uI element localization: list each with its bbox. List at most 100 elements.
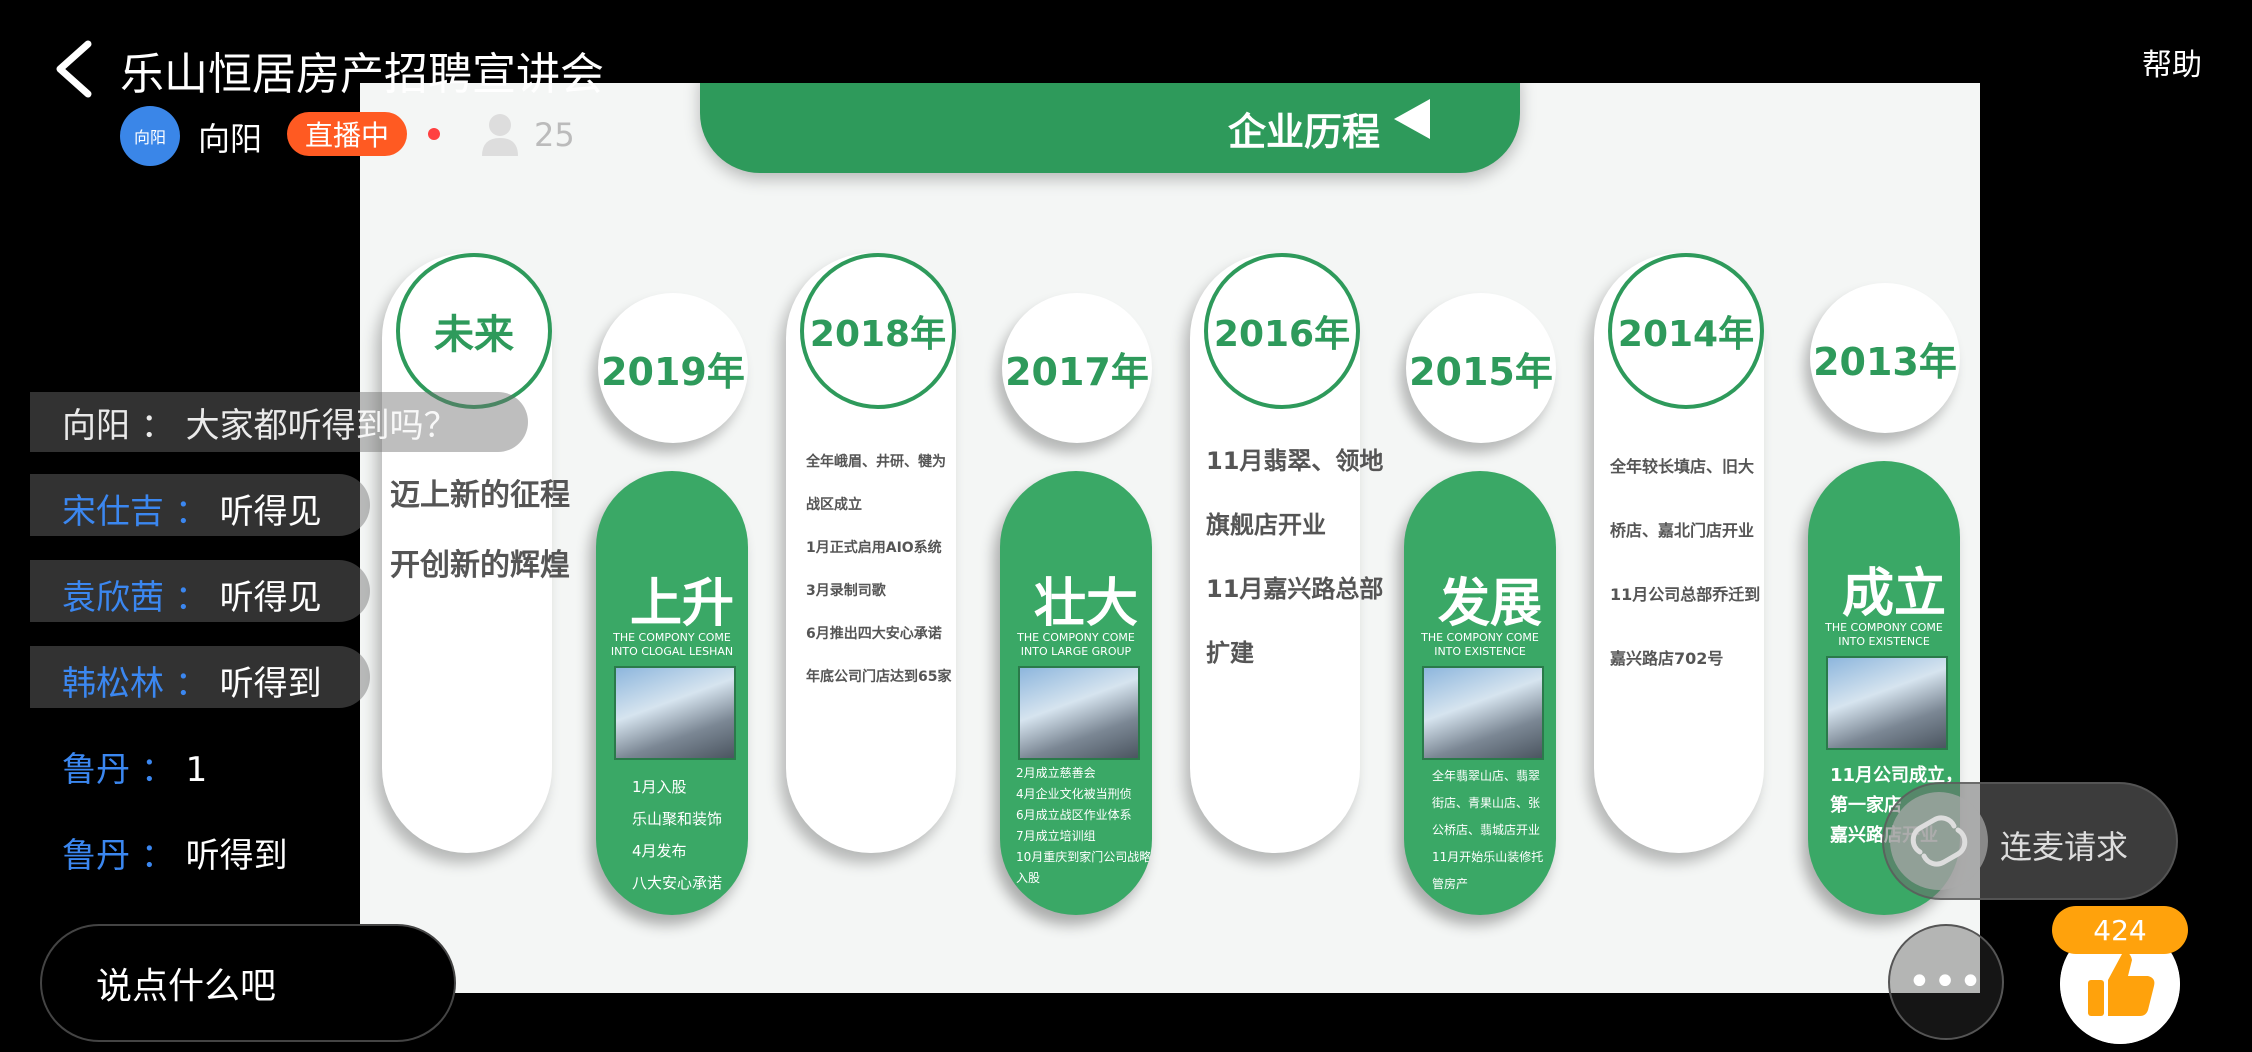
chat-partial-text: 向阳 ： 大家都听得到吗？ — [62, 406, 458, 446]
timeline-line: 2月成立慈善会 — [1016, 766, 1096, 780]
chat-separator: ： — [140, 750, 175, 790]
year-2014-text: 全年较长填店、旧大 桥店、嘉北门店开业 11月公司总部乔迁到 嘉兴路店702号 — [1610, 435, 1760, 691]
chat-text: 听得到 — [185, 836, 288, 876]
chat-message-partial: 向阳 ： 大家都听得到吗？ — [62, 398, 458, 447]
year-2015-lines: 全年翡翠山店、翡翠 街店、青果山店、张 公桥店、翡城店开业 11月开始乐山装修托… — [1432, 763, 1543, 898]
chat-text: 听得见 — [219, 492, 322, 532]
future-line: 迈上新的征程 — [390, 478, 570, 513]
timeline-line: 战区成立 — [806, 497, 862, 513]
chat-separator: ： — [174, 664, 209, 704]
stage-title: 上升 — [629, 574, 734, 634]
chat-separator: ： — [174, 492, 209, 532]
banner-arrow-icon — [1394, 99, 1430, 139]
year-2019-cap: 2019年 — [598, 293, 748, 443]
slide-title: 企业历程 — [1227, 110, 1380, 154]
stage-subtitle: THE COMPONY COME INTO EXISTENCE — [1421, 631, 1539, 658]
viewer-count: 25 — [534, 116, 575, 154]
timeline-line: 嘉兴路店702号 — [1610, 649, 1724, 668]
year-2015-cap: 2015年 — [1406, 293, 1556, 443]
timeline-line: 7月成立培训组 — [1016, 829, 1096, 843]
timeline-line: 全年较长填店、旧大 — [1610, 457, 1755, 476]
timeline-line: 4月企业文化被当刑侦 — [1016, 787, 1132, 801]
page-title: 乐山恒居房产招聘宣讲会 — [120, 49, 604, 100]
more-icon: ••• — [1907, 959, 1985, 1005]
year-2016-text: 11月翡翠、领地 旗舰店开业 11月嘉兴路总部 扩建 — [1206, 429, 1383, 685]
user-icon — [482, 114, 518, 156]
chat-message: 袁欣茜 ： 听得见 — [62, 570, 322, 619]
timeline-line: 11月翡翠、领地 — [1206, 447, 1384, 475]
chat-text: 听得见 — [219, 578, 322, 618]
chat-user[interactable]: 袁欣茜 — [62, 578, 164, 618]
help-button[interactable]: 帮助 — [2142, 40, 2202, 84]
timeline-line: 全年峨眉、井研、犍为 — [806, 454, 946, 470]
timeline-line: 4月发布 — [632, 842, 687, 860]
future-circle: 未来 — [396, 253, 552, 409]
live-indicator-dot — [428, 128, 440, 140]
host-name: 向阳 — [198, 120, 263, 158]
building-photo — [1422, 666, 1544, 760]
timeline-line: 1月入股 — [632, 778, 687, 796]
chat-user[interactable]: 鲁丹 — [62, 750, 130, 790]
timeline-line: 1月正式启用AIO系统 — [806, 540, 942, 556]
timeline-line: 全年翡翠山店、翡翠 — [1432, 769, 1541, 783]
stage-subtitle: THE COMPONY COME INTO EXISTENCE — [1825, 621, 1943, 648]
connect-mic-label: 连麦请求 — [2000, 828, 2129, 866]
timeline-line: 11月嘉兴路总部 — [1206, 575, 1384, 603]
timeline-line: 11月公司总部乔迁到 — [1610, 585, 1761, 604]
timeline-line: 街店、青果山店、张 — [1432, 796, 1541, 810]
year-2018-text: 全年峨眉、井研、犍为 战区成立 1月正式启用AIO系统 3月录制司歌 6月推出四… — [806, 441, 951, 699]
timeline-line: 11月开始乐山装修托 — [1432, 850, 1544, 864]
timeline-line: 年底公司门店达到65家 — [806, 669, 952, 685]
timeline-line: 入股 — [1016, 871, 1041, 885]
year-2013-cap: 2013年 — [1810, 283, 1960, 433]
building-photo — [614, 666, 736, 760]
stage-subtitle: THE COMPONY COME INTO CLOGAL LESHAN — [610, 631, 734, 658]
chat-user[interactable]: 鲁丹 — [62, 836, 130, 876]
timeline-line: 管房产 — [1432, 877, 1469, 891]
year-2017-cap: 2017年 — [1002, 293, 1152, 443]
more-button[interactable]: ••• — [1888, 924, 2004, 1040]
timeline-line: 公桥店、翡城店开业 — [1432, 823, 1541, 837]
live-status-badge: 直播中 — [287, 112, 407, 156]
timeline-line: 6月推出四大安心承诺 — [806, 626, 942, 642]
timeline-line: 桥店、嘉北门店开业 — [1610, 521, 1755, 540]
timeline-line: 乐山聚和装饰 — [632, 810, 723, 828]
stage-subtitle: THE COMPONY COME INTO LARGE GROUP — [1017, 631, 1135, 658]
year-2015-pill: 发展 THE COMPONY COME INTO EXISTENCE 全年翡翠山… — [1404, 471, 1556, 915]
chat-message: 宋仕吉 ： 听得见 — [62, 484, 322, 533]
building-photo — [1826, 656, 1948, 750]
stage-title: 壮大 — [1033, 574, 1138, 634]
chat-text: 听得到 — [219, 664, 322, 704]
year-2016-circle: 2016年 — [1204, 253, 1360, 409]
future-text: 迈上新的征程 开创新的辉煌 — [390, 461, 570, 601]
year-2017-lines: 2月成立慈善会 4月企业文化被当刑侦 6月成立战区作业体系 7月成立培训组 10… — [1016, 763, 1151, 889]
chat-user[interactable]: 宋仕吉 — [62, 492, 164, 532]
stage-title: 发展 — [1437, 574, 1542, 634]
chat-user[interactable]: 韩松林 — [62, 664, 164, 704]
chat-message: 鲁丹 ： 1 — [62, 742, 207, 791]
slide-banner: 企业历程 — [700, 83, 1520, 173]
like-count-badge: 424 — [2052, 906, 2188, 954]
host-avatar[interactable]: 向阳 — [120, 106, 180, 166]
timeline-line: 旗舰店开业 — [1206, 511, 1326, 539]
year-2018-circle: 2018年 — [800, 253, 956, 409]
chat-message: 韩松林 ： 听得到 — [62, 656, 322, 705]
back-arrow-icon[interactable] — [50, 40, 98, 98]
chat-message: 鲁丹 ： 听得到 — [62, 828, 288, 877]
comment-input[interactable]: 说点什么吧 — [40, 924, 456, 1042]
timeline-line: 10月重庆到家门公司战略 — [1016, 850, 1152, 864]
timeline-line: 3月录制司歌 — [806, 583, 886, 599]
timeline-line: 扩建 — [1206, 639, 1254, 667]
chat-separator: ： — [140, 836, 175, 876]
future-line: 开创新的辉煌 — [390, 548, 570, 583]
stage-title: 成立 — [1841, 564, 1946, 624]
year-2014-circle: 2014年 — [1608, 253, 1764, 409]
year-2019-pill: 上升 THE COMPONY COME INTO CLOGAL LESHAN 1… — [596, 471, 748, 915]
chat-text: 1 — [185, 750, 208, 790]
year-2017-pill: 壮大 THE COMPONY COME INTO LARGE GROUP 2月成… — [1000, 471, 1152, 915]
connect-mic-icon — [1890, 792, 1988, 890]
year-2019-lines: 1月入股 乐山聚和装饰 4月发布 八大安心承诺 — [632, 771, 722, 899]
timeline-line: 八大安心承诺 — [632, 874, 723, 892]
chat-separator: ： — [174, 578, 209, 618]
shared-slide: 企业历程 未来 迈上新的征程 开创新的辉煌 2019年 上升 THE COMPO… — [360, 83, 1980, 993]
